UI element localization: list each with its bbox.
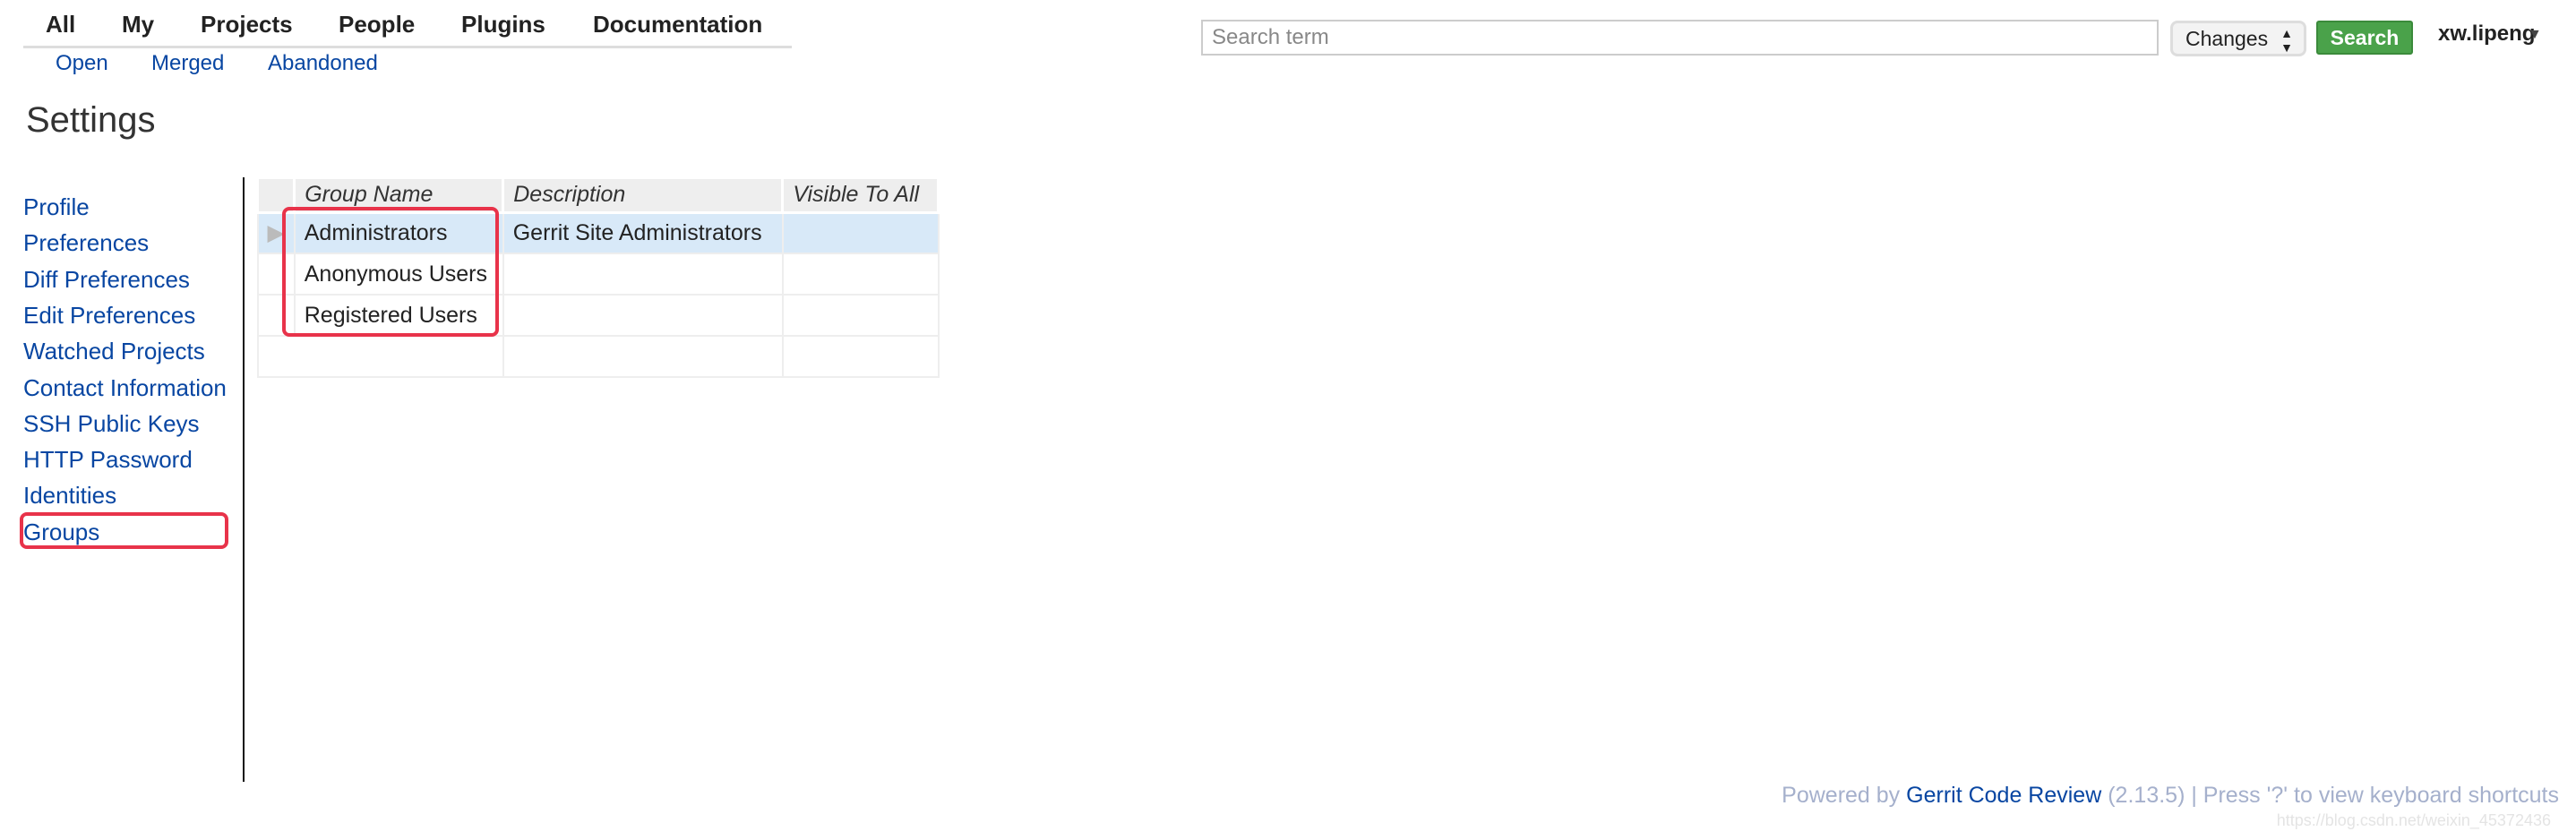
sidebar-item-ssh-public-keys[interactable]: SSH Public Keys: [23, 410, 200, 438]
sidebar-item-http-password[interactable]: HTTP Password: [23, 446, 193, 474]
user-menu[interactable]: xw.lipeng: [2438, 21, 2535, 47]
column-header-description[interactable]: Description: [502, 179, 785, 214]
sidebar-item-edit-preferences[interactable]: Edit Preferences: [23, 302, 195, 330]
group-names-highlight: [282, 207, 499, 337]
nav-all[interactable]: All: [46, 11, 75, 39]
search-button[interactable]: Search: [2316, 21, 2413, 55]
nav-divider: [23, 46, 792, 48]
group-description: [502, 294, 784, 337]
sidebar-item-identities[interactable]: Identities: [23, 482, 116, 510]
watermark: https://blog.csdn.net/weixin_45372436: [2276, 811, 2551, 829]
footer-suffix: (2.13.5) | Press '?' to view keyboard sh…: [2108, 783, 2559, 808]
page-title: Settings: [26, 100, 156, 140]
group-description: Gerrit Site Administrators: [502, 211, 784, 254]
sidebar-item-diff-preferences[interactable]: Diff Preferences: [23, 266, 190, 294]
sidebar-item-profile[interactable]: Profile: [23, 193, 90, 221]
subnav-open[interactable]: Open: [56, 51, 108, 76]
group-visible: [781, 294, 940, 337]
search-input[interactable]: Search term: [1201, 20, 2159, 56]
nav-projects[interactable]: Projects: [201, 11, 293, 39]
chevron-down-icon[interactable]: ▼: [2528, 27, 2542, 43]
nav-people[interactable]: People: [339, 11, 415, 39]
group-visible: [781, 211, 940, 254]
groups-highlight: [20, 512, 228, 549]
column-header-visible[interactable]: Visible To All: [781, 179, 940, 214]
sidebar-item-preferences[interactable]: Preferences: [23, 229, 149, 257]
nav-my[interactable]: My: [122, 11, 154, 39]
group-visible: [781, 253, 940, 296]
footer-prefix: Powered by: [1782, 783, 1901, 808]
updown-icon: ▲ ▼: [2280, 26, 2293, 55]
scope-value: Changes: [2185, 27, 2269, 50]
subnav-merged[interactable]: Merged: [151, 51, 224, 76]
gerrit-link[interactable]: Gerrit Code Review: [1906, 783, 2101, 808]
search-scope-select[interactable]: Changes ▲ ▼: [2170, 21, 2306, 56]
group-description: [502, 253, 784, 296]
nav-plugins[interactable]: Plugins: [461, 11, 545, 39]
sidebar-item-contact-information[interactable]: Contact Information: [23, 374, 227, 402]
subnav-abandoned[interactable]: Abandoned: [268, 51, 378, 76]
sidebar-item-watched-projects[interactable]: Watched Projects: [23, 338, 205, 365]
nav-documentation[interactable]: Documentation: [593, 11, 762, 39]
sidebar-divider: [243, 177, 245, 782]
empty-row: [256, 335, 940, 378]
footer: Powered by Gerrit Code Review (2.13.5) |…: [1782, 783, 2559, 809]
